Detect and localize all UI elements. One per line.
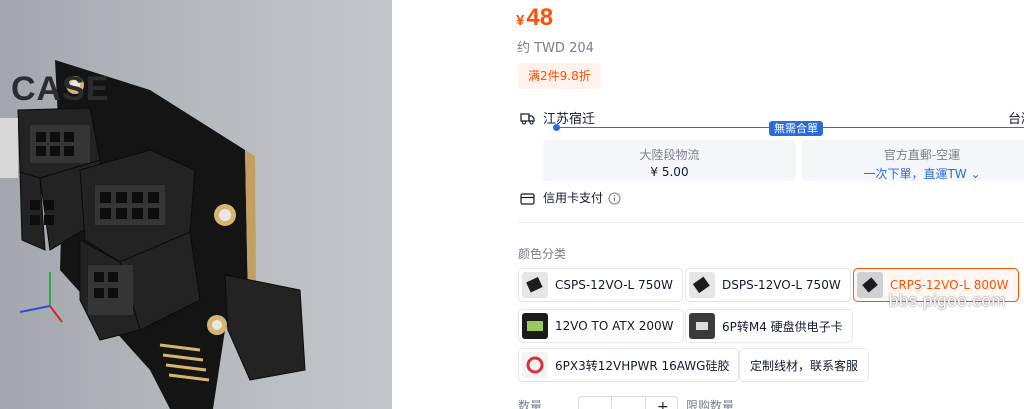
promo-badge[interactable]: 满2件9.8折 [518,63,601,89]
shipping-option-title: 大陸段物流 [639,148,700,162]
variant-option[interactable]: 12VO TO ATX 200W [518,309,684,343]
plus-icon[interactable]: + [657,399,669,409]
pcb-board-thumb [522,313,548,339]
shipping-option-value: ¥ 5.00 [650,165,689,179]
quantity-limit: 限购数量 [686,399,735,409]
route-badge: 無需合單 [769,121,823,136]
ship-origin: 江苏宿迁 [543,112,596,127]
case-label: CASE [11,70,110,108]
cable-thumb [522,352,548,378]
quantity-stepper[interactable]: + [578,396,678,409]
approx-price: 约 TWD 204 [517,41,594,56]
ship-destination: 台湾 [1008,112,1024,127]
pcb-3d-model [0,60,306,409]
shipping-option-direct[interactable]: 官方直郵-空運 一次下單，直運TW ⌄ [802,140,1024,181]
chevron-down-icon: ⌄ [966,167,981,181]
product-info-panel: ¥48 约 TWD 204 满2件9.8折 江苏宿迁 台湾 無需合單 大陸段物流… [392,0,1024,409]
shipping-option-title: 官方直郵-空運 [883,148,961,162]
variant-option[interactable]: CSPS-12VO-L 750W [518,268,683,302]
product-render-image: CASE [0,0,392,409]
payment-label: 信用卡支付 [543,191,604,205]
info-icon[interactable] [608,190,621,209]
price: ¥48 [516,4,553,32]
price-currency: ¥ [516,12,525,29]
variant-section-label: 颜色分类 [518,247,567,261]
variant-option[interactable]: 6PX3转12VHPWR 16AWG硅胶 [518,348,740,382]
watermark: bbs.pigoo.com [888,291,1006,310]
price-amount: 48 [526,4,554,31]
shipping-option-mainland[interactable]: 大陸段物流 ¥ 5.00 [543,140,796,181]
psu-board-thumb [857,272,883,298]
variant-option-custom[interactable]: 定制线材，联系客服 [739,348,870,382]
route-origin-dot [553,124,560,131]
variant-option[interactable]: DSPS-12VO-L 750W [685,268,851,302]
credit-card-icon [520,190,535,209]
psu-board-thumb [522,272,548,298]
quantity-label: 数量 [518,399,543,409]
variant-option[interactable]: 6P转M4 硬盘供电子卡 [685,309,853,343]
shipping-option-link[interactable]: 一次下單，直運TW ⌄ [802,165,1024,182]
connector-card-thumb [689,313,715,339]
truck-icon [520,110,535,129]
psu-board-thumb [689,272,715,298]
divider [518,222,1024,223]
